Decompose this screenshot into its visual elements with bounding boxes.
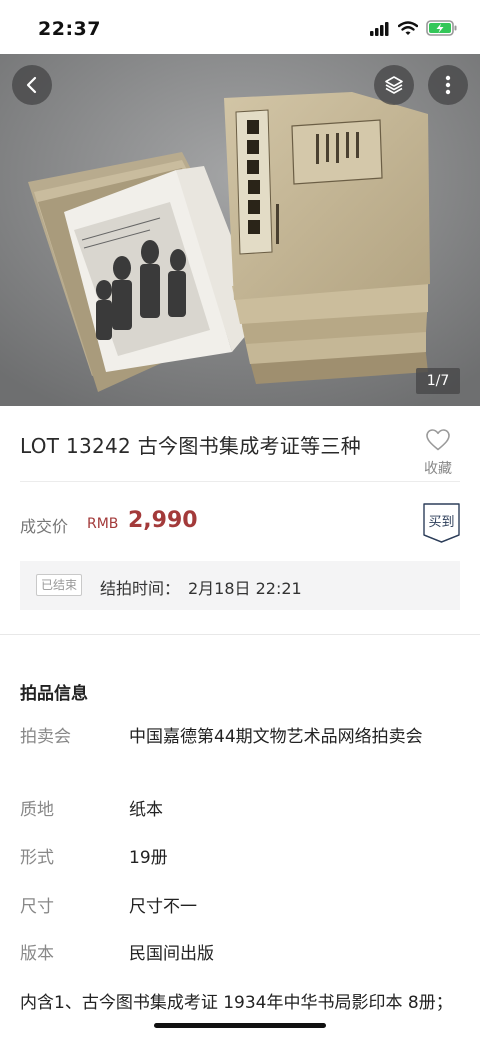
section-divider xyxy=(0,634,480,635)
price-label: 成交价 xyxy=(20,517,69,536)
info-value: 19册 xyxy=(129,848,168,868)
end-time-value: 2月18日 22:21 xyxy=(188,579,302,598)
heart-outline-icon xyxy=(426,429,450,451)
info-heading: 拍品信息 xyxy=(20,684,88,704)
lot-image-carousel[interactable]: 1/7 xyxy=(0,54,480,406)
price-currency: RMB xyxy=(87,516,119,532)
info-value[interactable]: 中国嘉德第44期文物艺术品网络拍卖会 xyxy=(129,725,464,750)
end-time-label: 结拍时间： xyxy=(100,579,181,598)
more-vertical-icon xyxy=(445,75,451,95)
price-value: 2,990 xyxy=(128,508,198,533)
cellular-signal-icon xyxy=(370,21,390,40)
info-value: 民国间出版 xyxy=(129,944,214,964)
more-button[interactable] xyxy=(428,65,468,105)
wifi-icon xyxy=(397,20,419,40)
info-key: 拍卖会 xyxy=(20,727,71,747)
image-page-counter: 1/7 xyxy=(416,368,460,394)
status-icons xyxy=(370,20,458,40)
bought-badge[interactable]: 买到 xyxy=(423,503,460,543)
layers-button[interactable] xyxy=(374,65,414,105)
status-badge: 已结束 xyxy=(36,574,83,596)
lot-photo xyxy=(0,54,480,406)
favorite-label: 收藏 xyxy=(424,461,452,477)
divider xyxy=(20,481,460,482)
status-time: 22:37 xyxy=(38,18,101,40)
status-bar: 22:37 xyxy=(0,0,480,54)
info-key: 形式 xyxy=(20,848,54,868)
info-key: 版本 xyxy=(20,944,54,964)
favorite-button[interactable]: 收藏 xyxy=(420,428,456,478)
home-indicator[interactable] xyxy=(154,1023,326,1028)
lot-title: LOT 13242 古今图书集成考证等三种 xyxy=(20,434,362,458)
bought-badge-label: 买到 xyxy=(428,515,455,530)
layers-icon xyxy=(385,76,403,94)
info-key: 尺寸 xyxy=(20,897,54,917)
info-value: 尺寸不一 xyxy=(129,897,197,917)
back-button[interactable] xyxy=(12,65,52,105)
info-value: 纸本 xyxy=(129,800,163,820)
battery-charging-icon xyxy=(426,20,458,40)
lot-description: 内含1、古今图书集成考证 1934年中华书局影印本 8册； xyxy=(20,993,453,1013)
auction-end-box: 已结束 结拍时间： 2月18日 22:21 xyxy=(20,561,460,610)
chevron-left-icon xyxy=(26,76,37,94)
info-key: 质地 xyxy=(20,800,54,820)
